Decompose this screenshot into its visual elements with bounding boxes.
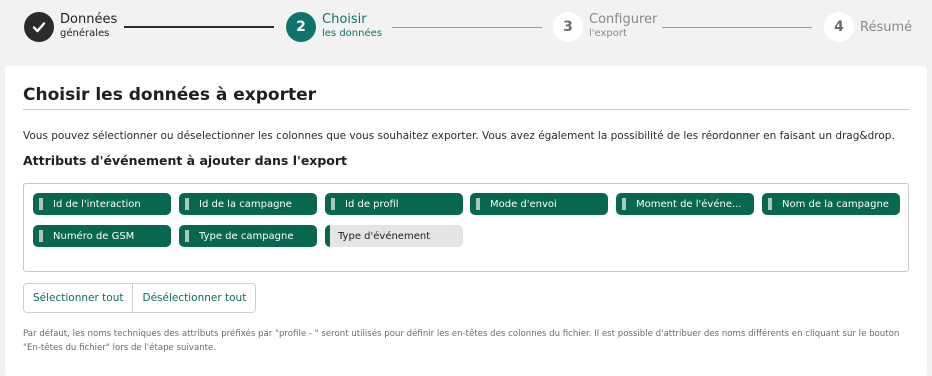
step-connector xyxy=(392,27,542,28)
step-connector xyxy=(662,27,812,28)
stepper: Données générales 2 Choisir les données … xyxy=(0,0,932,58)
drag-handle-icon[interactable] xyxy=(331,198,335,210)
step-subtitle: générales xyxy=(60,28,110,39)
footnote: Par défaut, les noms techniques des attr… xyxy=(23,329,900,353)
attribute-chip[interactable]: Numéro de GSM xyxy=(33,225,171,247)
attribute-chip[interactable]: Id de l'interaction xyxy=(33,193,171,215)
attribute-list: Id de l'interaction Id de la campagne Id… xyxy=(23,183,909,272)
attribute-chip[interactable]: Nom de la campagne xyxy=(762,193,900,215)
drag-handle-icon[interactable] xyxy=(185,230,189,242)
drag-handle-icon[interactable] xyxy=(768,198,772,210)
step-choose-data[interactable]: 2 Choisir les données xyxy=(286,12,382,42)
attribute-chip[interactable]: Mode d'envoi xyxy=(470,193,608,215)
attribute-label: Moment de l'événe... xyxy=(636,198,742,210)
drag-handle-icon[interactable] xyxy=(39,230,43,242)
attribute-label: Id de l'interaction xyxy=(53,198,141,210)
step-number: 2 xyxy=(286,12,316,42)
attribute-label: Id de la campagne xyxy=(199,198,292,210)
drag-handle-icon[interactable] xyxy=(39,198,43,210)
attribute-chip[interactable]: Id de profil xyxy=(325,193,463,215)
attribute-label: Id de profil xyxy=(345,198,399,210)
select-all-button[interactable]: Sélectionner tout xyxy=(24,284,133,312)
selection-button-group: Sélectionner tout Désélectionner tout xyxy=(23,283,257,313)
attribute-chip[interactable]: Moment de l'événe... xyxy=(616,193,754,215)
deselect-all-button[interactable]: Désélectionner tout xyxy=(132,284,256,312)
attribute-label: Nom de la campagne xyxy=(782,198,889,210)
drag-handle-icon[interactable] xyxy=(325,225,330,247)
divider xyxy=(23,109,909,110)
step-configure-export[interactable]: 3 Configurer l'export xyxy=(553,12,657,42)
drag-handle-icon[interactable] xyxy=(476,198,480,210)
attribute-chip[interactable]: Type de campagne xyxy=(179,225,317,247)
description: Vous pouvez sélectionner ou déselectionn… xyxy=(23,130,895,142)
step-title: Données xyxy=(60,12,118,27)
attribute-label: Mode d'envoi xyxy=(490,198,557,210)
step-subtitle: l'export xyxy=(589,28,627,39)
drag-handle-icon[interactable] xyxy=(185,198,189,210)
drag-handle-icon[interactable] xyxy=(622,198,626,210)
step-title: Choisir xyxy=(322,12,367,27)
step-number: 3 xyxy=(553,12,583,42)
attribute-label: Type d'événement xyxy=(338,230,431,242)
attribute-label: Numéro de GSM xyxy=(53,230,135,242)
section-title: Attributs d'événement à ajouter dans l'e… xyxy=(23,153,348,168)
step-summary[interactable]: 4 Résumé xyxy=(824,12,912,42)
step-title: Résumé xyxy=(860,20,913,35)
attribute-label: Type de campagne xyxy=(199,230,294,242)
step-subtitle: les données xyxy=(322,28,382,39)
attribute-chip[interactable]: Id de la campagne xyxy=(179,193,317,215)
step-number: 4 xyxy=(824,12,854,42)
attribute-chip[interactable]: Type d'événement xyxy=(325,225,463,247)
step-connector xyxy=(124,26,274,28)
step-title: Configurer xyxy=(589,12,658,27)
step-general-data[interactable]: Données générales xyxy=(24,12,117,42)
check-icon xyxy=(24,12,54,42)
export-card: Choisir les données à exporter Vous pouv… xyxy=(5,66,927,376)
page-title: Choisir les données à exporter xyxy=(23,85,317,105)
